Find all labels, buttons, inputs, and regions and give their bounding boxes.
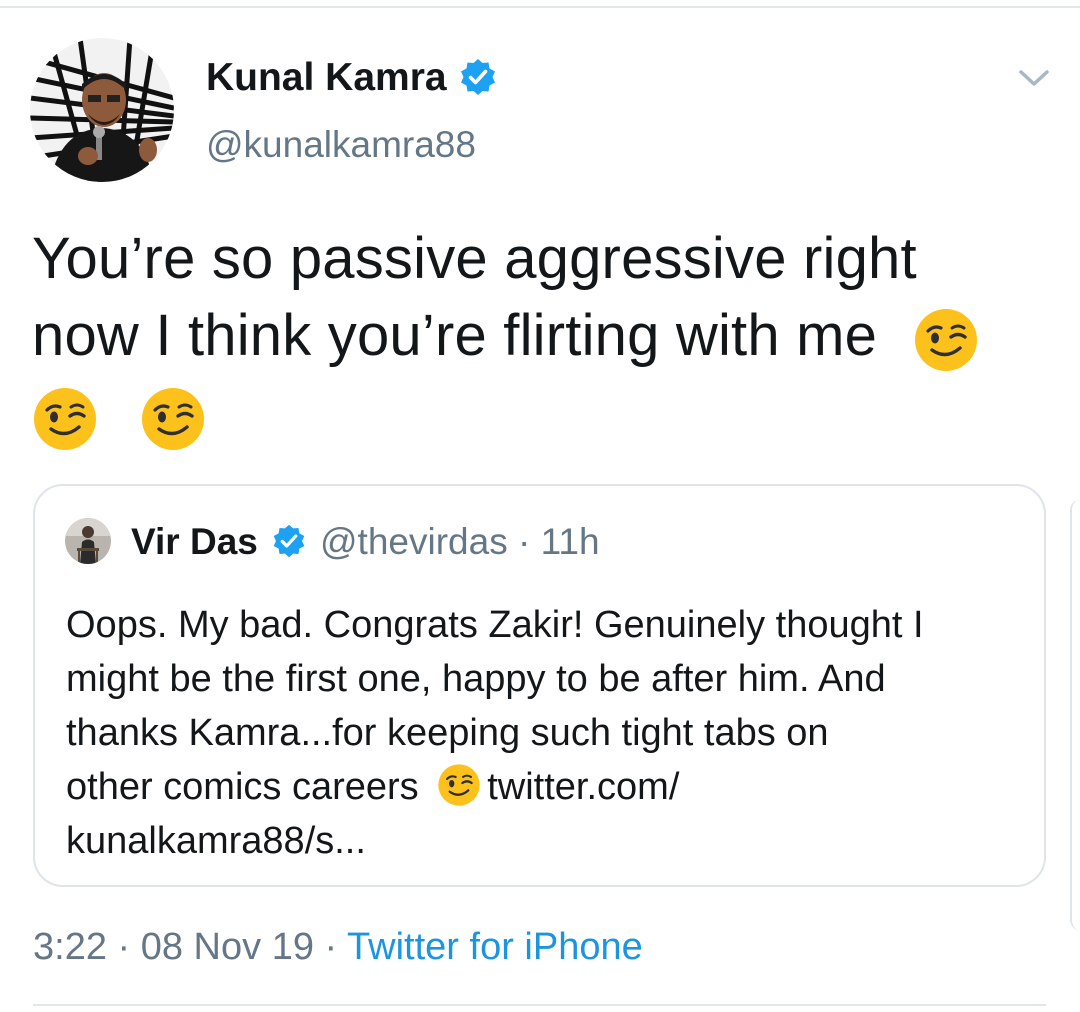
tweet-text-line: You’re so passive aggressive right [32,226,917,291]
quoted-tweet-card[interactable]: Vir Das @thevirdas · 11h Oops. My bad. C… [33,484,1046,887]
bottom-divider [33,1004,1046,1006]
adjacent-card-edge [1070,500,1080,930]
author-name[interactable]: Kunal Kamra [206,56,447,100]
quoted-author-handle: @thevirdas · 11h [320,521,600,562]
quoted-text-line: other comics careers twitter.com/ [66,760,1026,814]
quoted-tweet-text: Oops. My bad. Congrats Zakir! Genuinely … [66,598,1026,868]
quoted-author-name: Vir Das [131,521,258,562]
quoted-text-line: thanks Kamra...for keeping such tight ta… [66,712,829,754]
quoted-text-line: Oops. My bad. Congrats Zakir! Genuinely … [66,604,924,646]
verified-badge-icon [271,523,307,559]
verified-badge-icon [458,57,498,97]
tweet-meta: 3:22 · 08 Nov 19 · Twitter for iPhone [33,926,643,969]
tweet-detail-view: Kunal Kamra @kunalkamra88 You’re so pass… [0,0,1080,1012]
tweet-source-link[interactable]: Twitter for iPhone [347,926,643,968]
author-avatar[interactable] [30,38,174,182]
emoji-line [32,376,1032,453]
tweet-text-line: now I think you’re flirting with me [32,297,1032,374]
author-handle[interactable]: @kunalkamra88 [206,124,476,166]
quoted-link[interactable]: kunalkamra88/s... [66,814,1026,868]
chevron-down-icon[interactable] [1013,63,1055,93]
quoted-link[interactable]: twitter.com/ [487,766,679,808]
quoted-author-avatar[interactable] [65,518,111,564]
top-divider [0,6,1080,8]
tweet-text: You’re so passive aggressive right now I… [32,220,1032,453]
winking-face-emoji [437,763,481,807]
winking-face-emoji [140,386,206,452]
winking-face-emoji [32,386,98,452]
winking-face-emoji [913,307,979,373]
tweet-timestamp[interactable]: 3:22 · 08 Nov 19 · [33,926,347,968]
quoted-text-line: might be the first one, happy to be afte… [66,658,886,700]
